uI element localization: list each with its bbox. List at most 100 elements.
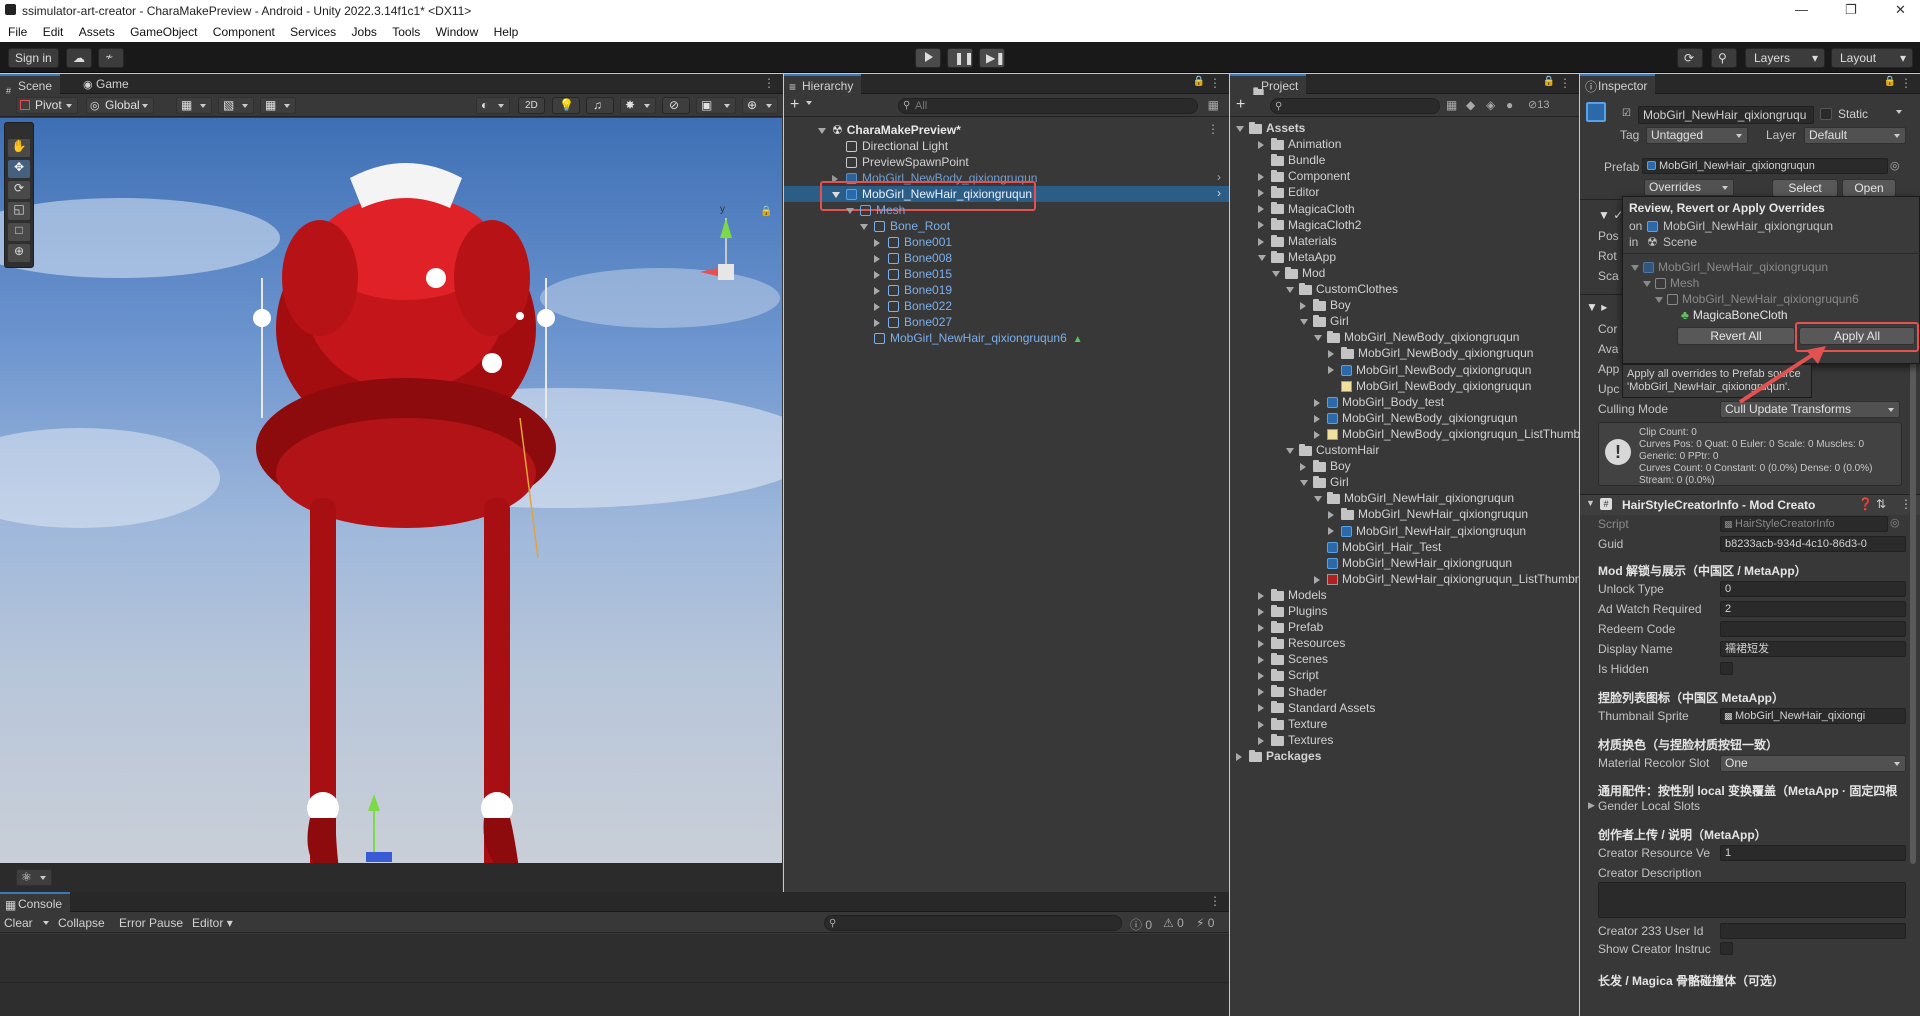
hierarchy-item-bone019[interactable]: Bone019 [874, 282, 952, 298]
creator-233-input[interactable] [1720, 923, 1906, 939]
grid-snap-dropdown[interactable]: ▦ [176, 97, 212, 114]
expand-arrow-icon[interactable] [1314, 575, 1320, 584]
project-item[interactable]: MobGirl_NewBody_qixiongruqun [1314, 329, 1519, 345]
camera-dropdown[interactable]: ▣ [696, 97, 736, 114]
scene-menu-icon[interactable]: ⋮ [763, 76, 775, 90]
expand-arrow-icon[interactable] [1300, 462, 1306, 471]
expand-arrow-icon[interactable] [1328, 511, 1334, 520]
static-chevron-icon[interactable] [1896, 110, 1902, 114]
project-item[interactable]: Standard Assets [1258, 700, 1375, 716]
console-menu-icon[interactable]: ⋮ [1209, 894, 1221, 908]
project-item[interactable]: MagicaCloth [1258, 201, 1355, 217]
prefab-open-button[interactable]: Open [1842, 179, 1896, 197]
expand-arrow-icon[interactable] [1236, 752, 1242, 761]
search-by-label-icon[interactable]: ◆ [1466, 98, 1475, 112]
hierarchy-item-bone015[interactable]: Bone015 [874, 266, 952, 282]
override-tree-hair6[interactable]: MobGirl_NewHair_qixiongruqun6 [1655, 291, 1859, 307]
console-search-input[interactable]: ⚲ [824, 915, 1122, 931]
expand-arrow-icon[interactable] [1258, 189, 1264, 198]
console-clear-button[interactable]: Clear [4, 916, 33, 930]
newbody-open-chevron-icon[interactable]: › [1217, 170, 1221, 184]
search-icon[interactable]: ⚲ [1711, 48, 1737, 68]
expand-arrow-icon[interactable] [874, 318, 880, 327]
expand-arrow-icon[interactable] [1314, 398, 1320, 407]
menu-component[interactable]: Component [213, 22, 275, 42]
expand-arrow-icon[interactable] [1258, 623, 1264, 632]
expand-arrow-icon[interactable] [874, 286, 880, 295]
show-creator-checkbox[interactable] [1720, 942, 1733, 955]
expand-arrow-icon[interactable] [1314, 414, 1320, 423]
hierarchy-scene-row[interactable]: ☢ CharaMakePreview* [818, 122, 961, 138]
project-item[interactable]: Plugins [1258, 603, 1327, 619]
project-item[interactable]: Bundle [1258, 152, 1325, 168]
expand-arrow-icon[interactable] [1258, 205, 1264, 214]
project-lock-icon[interactable]: 🔒 [1543, 76, 1555, 87]
creator-description-textarea[interactable] [1598, 882, 1906, 918]
project-item[interactable]: Packages [1236, 748, 1321, 764]
tab-console[interactable]: ▦ Console [0, 892, 71, 913]
play-button[interactable] [915, 48, 941, 68]
project-item[interactable]: Prefab [1258, 619, 1323, 635]
preset-icon[interactable]: ⇅ [1876, 497, 1886, 511]
project-item[interactable]: Animation [1258, 136, 1341, 152]
overrides-dropdown[interactable]: Overrides [1644, 179, 1734, 196]
project-item[interactable]: MetaApp [1258, 249, 1336, 265]
project-item[interactable]: Models [1258, 587, 1327, 603]
minimize-icon[interactable]: — [1795, 2, 1808, 17]
hierarchy-item-bone008[interactable]: Bone008 [874, 250, 952, 266]
hierarchy-menu-icon[interactable]: ⋮ [1209, 76, 1221, 90]
project-item[interactable]: MobGirl_NewHair_qixiongruqun [1328, 523, 1526, 539]
project-item[interactable]: Script [1258, 667, 1319, 683]
hand-tool-icon[interactable]: ✋ [8, 139, 30, 157]
project-item[interactable]: MobGirl_NewBody_qixiongruqun_ListThumb [1314, 426, 1579, 442]
expand-arrow-icon[interactable] [874, 302, 880, 311]
menu-edit[interactable]: Edit [43, 22, 64, 42]
tab-project[interactable]: Project [1230, 74, 1307, 97]
hierarchy-filter-icon[interactable]: ▦ [1208, 98, 1219, 112]
console-collapse-button[interactable]: Collapse [58, 916, 105, 930]
pause-button[interactable]: ❚❚ [947, 48, 974, 68]
grid-toggle-dropdown[interactable]: ▧ [218, 97, 254, 114]
tab-scene[interactable]: # Scene [0, 74, 61, 96]
project-item[interactable]: Girl [1300, 474, 1349, 490]
thumbnail-sprite-field[interactable]: ▩ MobGirl_NewHair_qixiongi [1720, 708, 1906, 724]
gizmos-dropdown[interactable]: ⊕ [742, 97, 778, 114]
project-item[interactable]: MobGirl_NewBody_qixiongruqun [1328, 362, 1531, 378]
inspector-lock-icon[interactable]: 🔒 [1884, 76, 1896, 87]
sign-in-button[interactable]: Sign in [8, 48, 59, 68]
menu-gameobject[interactable]: GameObject [130, 22, 197, 42]
project-item[interactable]: Mod [1272, 265, 1325, 281]
hierarchy-item-newhair6[interactable]: MobGirl_NewHair_qixiongruqun6 ▲ [874, 330, 1083, 346]
expand-arrow-icon[interactable] [1258, 607, 1264, 616]
prefab-select-button[interactable]: Select [1772, 179, 1838, 197]
hierarchy-search-input[interactable]: ⚲ All [898, 98, 1198, 114]
expand-arrow-icon[interactable] [1258, 591, 1264, 600]
expand-arrow-icon[interactable] [1258, 173, 1264, 182]
console-log-count[interactable]: ⓘ 0 [1130, 916, 1152, 933]
expand-arrow-icon[interactable] [1236, 125, 1244, 132]
prefab-source-field[interactable]: MobGirl_NewHair_qixiongruqun [1642, 158, 1888, 174]
project-item[interactable]: Resources [1258, 635, 1345, 651]
search-by-tag-icon[interactable]: ◈ [1486, 98, 1495, 112]
hidden-packages-toggle[interactable]: ⊘13 [1528, 98, 1549, 111]
override-tree-magica[interactable]: ♣ MagicaBoneCloth [1681, 307, 1788, 323]
search-by-type-icon[interactable]: ▦ [1446, 98, 1457, 112]
project-item[interactable]: Shader [1258, 684, 1327, 700]
hierarchy-item-directional-light[interactable]: Directional Light [846, 138, 948, 154]
console-warn-count[interactable]: ⚠ 0 [1163, 916, 1184, 930]
menu-file[interactable]: File [8, 22, 27, 42]
audio-toggle-icon[interactable]: ♫ [586, 97, 614, 114]
effects-dropdown[interactable]: ✸ [620, 97, 656, 114]
hierarchy-item-bone027[interactable]: Bone027 [874, 314, 952, 330]
project-item[interactable]: MobGirl_NewHair_qixiongruqun_ListThumbn [1314, 571, 1579, 587]
project-item[interactable]: Editor [1258, 184, 1319, 200]
override-tree-mesh[interactable]: Mesh [1643, 275, 1699, 291]
expand-arrow-icon[interactable] [1258, 656, 1264, 665]
project-item[interactable]: Boy [1300, 297, 1351, 313]
project-menu-icon[interactable]: ⋮ [1559, 76, 1571, 90]
expand-arrow-icon[interactable] [1258, 640, 1264, 649]
menu-jobs[interactable]: Jobs [352, 22, 377, 42]
newhair-open-chevron-icon[interactable]: › [1217, 186, 1221, 200]
clear-options-chevron-icon[interactable] [43, 921, 49, 925]
project-item[interactable]: MagicaCloth2 [1258, 217, 1361, 233]
